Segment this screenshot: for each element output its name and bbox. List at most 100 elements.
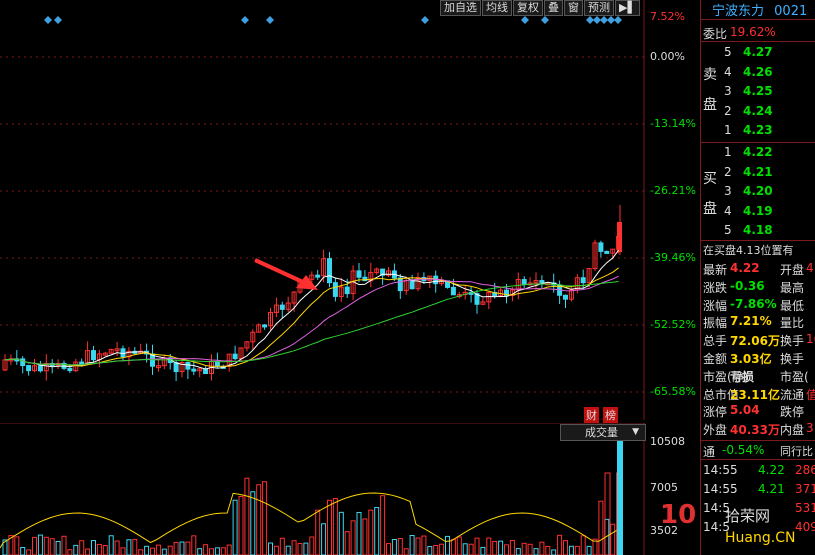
volume-selector-label: 成交量: [585, 426, 618, 439]
window-button[interactable]: 窗: [564, 0, 583, 16]
volume-bar: [179, 541, 185, 555]
volume-bar: [238, 495, 244, 555]
volume-bar: [539, 541, 545, 555]
sell-level-num: 2: [724, 103, 732, 118]
volume-bar: [462, 543, 468, 555]
stat-label: 总手: [703, 334, 728, 349]
chevron-down-icon: ▼: [632, 427, 639, 437]
volume-bar: [303, 542, 309, 555]
buy-level-price: 4.20: [743, 184, 773, 198]
candle: [521, 279, 527, 286]
event-marker-icon: [541, 16, 549, 24]
volume-bar: [26, 549, 32, 555]
volume-bar: [456, 536, 462, 555]
sell-level-price: 4.27: [743, 45, 773, 59]
site-logo-text: 拾荣网: [725, 507, 771, 525]
volume-bar: [374, 507, 380, 555]
volume-chart[interactable]: [0, 423, 645, 555]
buy-level-price: 4.18: [743, 223, 773, 237]
tick-volume: 371: [795, 482, 815, 496]
stat-value-2: 16: [806, 332, 815, 347]
event-marker-icon: [586, 16, 594, 24]
volume-bar: [132, 538, 138, 555]
candle: [563, 294, 568, 300]
finance-tag[interactable]: 财: [584, 407, 599, 423]
volume-bar: [492, 540, 498, 555]
candle: [262, 324, 268, 328]
volume-bar: [185, 541, 191, 555]
buy-level-num: 5: [724, 223, 732, 237]
volume-bar: [150, 547, 155, 555]
candlestick-chart[interactable]: [0, 0, 645, 420]
volume-bar: [273, 545, 279, 555]
volume-bar: [344, 531, 350, 555]
volume-bar: [498, 540, 504, 555]
stat-value: 亏损: [730, 369, 755, 384]
volume-bar: [610, 523, 616, 555]
volume-bar: [380, 495, 386, 555]
volume-bar: [96, 543, 102, 555]
volume-bar: [450, 539, 456, 555]
volume-bar: [574, 545, 580, 555]
volume-bar: [191, 535, 197, 555]
volume-bar: [586, 545, 592, 555]
volume-bar: [315, 509, 321, 555]
candle: [173, 362, 179, 373]
candle: [580, 277, 586, 284]
rehab-button[interactable]: 复权: [513, 0, 543, 16]
pct-tick: -65.58%: [650, 385, 696, 398]
stock-title: 宁波东力 0021: [712, 0, 807, 19]
volume-bar: [515, 548, 521, 555]
volume-bar: [391, 538, 397, 555]
buy-level-price: 4.19: [743, 203, 773, 218]
candle: [26, 365, 32, 372]
volume-bar: [521, 542, 527, 555]
volume-bar: [468, 543, 474, 555]
candle: [91, 350, 96, 361]
volume-bar: [545, 545, 551, 555]
add-favorite-button[interactable]: 加自选: [440, 0, 481, 16]
volume-bar: [557, 534, 563, 555]
moving-average-line: [4, 281, 619, 366]
volume-bar: [226, 544, 232, 555]
volume-bar: [256, 484, 262, 555]
stat-label: 涨跌: [703, 280, 728, 295]
candle: [315, 274, 321, 278]
buy-level-price: 4.21: [743, 164, 773, 179]
sell-level-price: 4.26: [743, 64, 773, 79]
rank-tag[interactable]: 榜: [603, 407, 618, 423]
volume-bar: [397, 538, 403, 555]
overlay-button[interactable]: 叠: [544, 0, 563, 16]
tick-time: 14:55: [703, 482, 738, 496]
stat-value-2: 4: [806, 261, 814, 275]
volume-bar: [37, 534, 43, 555]
stat-value: -0.36: [730, 278, 765, 293]
volume-bar: [102, 545, 108, 555]
volume-bar: [197, 548, 203, 555]
tick-volume: 409: [795, 520, 815, 534]
stat-label-2: 开盘: [780, 263, 805, 277]
candle: [332, 282, 338, 297]
volume-bar: [509, 540, 515, 555]
volume-ma-line: [0, 492, 617, 549]
stat-label-2: 流通: [780, 387, 805, 402]
tong-label: 通: [703, 445, 716, 459]
candle: [37, 365, 43, 372]
vol-tick: 7005: [650, 481, 678, 494]
tick-volume: 531: [795, 501, 815, 515]
volume-bar: [214, 547, 220, 555]
stat-value: 72.06万: [730, 334, 780, 349]
moving-average-button[interactable]: 均线: [482, 0, 512, 16]
forecast-button[interactable]: 预测: [584, 0, 614, 16]
pct-tick: -52.52%: [650, 318, 696, 331]
peer-compare[interactable]: 同行比: [780, 443, 813, 459]
buy-level-num: 1: [724, 145, 732, 159]
volume-bar: [445, 535, 450, 555]
volume-bar: [67, 549, 73, 555]
volume-bar: [533, 548, 539, 555]
volume-selector[interactable]: 成交量 ▼: [560, 424, 646, 441]
volume-bar: [161, 548, 167, 555]
stat-label-2: 跌停: [780, 405, 805, 420]
export-icon[interactable]: ▶▌: [615, 0, 640, 16]
pct-tick: -26.21%: [650, 184, 696, 197]
